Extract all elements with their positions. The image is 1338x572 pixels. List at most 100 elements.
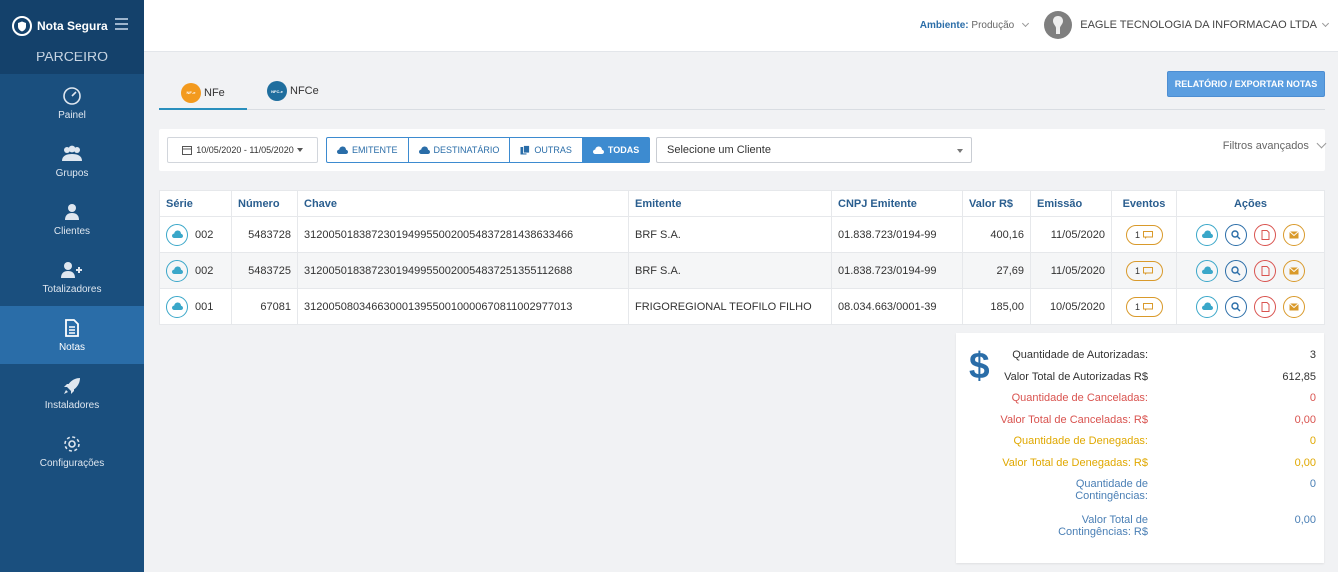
col-header[interactable]: Emitente: [628, 190, 832, 217]
cloud-download-icon[interactable]: [166, 259, 188, 282]
environment-label: Ambiente:: [919, 20, 969, 31]
document-icon: [64, 317, 80, 339]
events-count: 1: [1134, 265, 1140, 276]
summary-row-val-contingencias: Valor Total de Contingências: R$ 0,00: [996, 514, 1316, 538]
cloud-download-icon[interactable]: [166, 223, 188, 246]
filter-bar: 10/05/2020 - 11/05/2020 EMITENTE DESTINA…: [159, 129, 1327, 171]
comment-icon: [1143, 302, 1153, 311]
menu-toggle-icon[interactable]: [115, 18, 128, 33]
segment-label: TODAS: [607, 145, 640, 155]
sidebar-item-label: Clientes: [53, 226, 91, 237]
col-header[interactable]: Série: [159, 190, 232, 217]
cell-emitente: BRF S.A.: [628, 216, 832, 253]
email-icon[interactable]: [1283, 259, 1305, 282]
cell-numero: 67081: [231, 288, 298, 325]
environment-selector[interactable]: Ambiente: Produção: [919, 19, 1030, 31]
cell-emitente: BRF S.A.: [628, 252, 832, 289]
notes-table: Série Número Chave Emitente CNPJ Emitent…: [159, 190, 1325, 325]
cell-emissao: 11/05/2020: [1030, 252, 1112, 289]
cell-emissao: 11/05/2020: [1030, 216, 1112, 253]
report-export-button[interactable]: RELATÓRIO / EXPORTAR NOTAS: [1167, 71, 1325, 97]
summary-value: 612,85: [1282, 371, 1316, 383]
segment-destinatario[interactable]: DESTINATÁRIO: [407, 137, 511, 163]
client-select-placeholder: Selecione um Cliente: [667, 144, 771, 156]
col-header[interactable]: CNPJ Emitente: [831, 190, 963, 217]
col-header[interactable]: Valor R$: [962, 190, 1031, 217]
sidebar-item-painel[interactable]: Painel: [0, 74, 144, 132]
search-icon[interactable]: [1225, 223, 1247, 246]
summary-row-val-denegadas: Valor Total de Denegadas: R$ 0,00: [996, 457, 1316, 469]
cell-acoes: [1176, 288, 1325, 325]
cell-serie: 002: [159, 216, 232, 253]
chevron-down-icon: [1021, 19, 1030, 28]
summary-row-qtd-denegadas: Quantidade de Denegadas: 0: [996, 435, 1316, 447]
col-header[interactable]: Chave: [297, 190, 629, 217]
tab-label: NFe: [204, 86, 225, 99]
summary-label: Quantidade de Contingências:: [1075, 478, 1148, 502]
cell-eventos: 1: [1111, 288, 1177, 325]
search-icon[interactable]: [1225, 295, 1247, 318]
pdf-icon[interactable]: [1254, 223, 1276, 246]
table-row[interactable]: 002 5483725 312005018387230194995500200548…: [159, 252, 1325, 289]
chevron-down-icon: [1316, 138, 1327, 149]
serie-value: 001: [195, 300, 214, 313]
segment-todas[interactable]: TODAS: [581, 137, 651, 163]
summary-label: Quantidade de Denegadas:: [1013, 435, 1148, 447]
dollar-icon: $: [969, 345, 990, 386]
sidebar-item-configuracoes[interactable]: Configurações: [0, 422, 144, 480]
sidebar-item-instaladores[interactable]: Instaladores: [0, 364, 144, 422]
segment-emitente[interactable]: EMITENTE: [326, 137, 409, 163]
tab-nfe[interactable]: NF-e NFe: [159, 77, 247, 110]
table-row[interactable]: 001 67081 31200508034663000139550010000670…: [159, 288, 1325, 325]
summary-label: Valor Total de Canceladas: R$: [1000, 414, 1148, 426]
client-select[interactable]: Selecione um Cliente: [656, 137, 972, 163]
cell-eventos: 1: [1111, 252, 1177, 289]
date-range-button[interactable]: 10/05/2020 - 11/05/2020: [167, 137, 318, 163]
pdf-icon[interactable]: [1254, 259, 1276, 282]
cloud-download-icon: [418, 146, 430, 154]
download-xml-button[interactable]: [1196, 259, 1218, 282]
user-menu[interactable]: EAGLE TECNOLOGIA DA INFORMACAO LTDA: [1044, 11, 1330, 39]
events-button[interactable]: 1: [1125, 260, 1163, 281]
segment-outras[interactable]: OUTRAS: [509, 137, 583, 163]
sidebar: Nota Segura PARCEIRO Painel Grupos Clien…: [0, 0, 144, 572]
email-icon[interactable]: [1283, 295, 1305, 318]
summary-value: 0: [1309, 478, 1316, 490]
table-row[interactable]: 002 5483728 312005018387230194995500200548…: [159, 216, 1325, 253]
download-xml-button[interactable]: [1196, 223, 1218, 246]
sidebar-item-notas[interactable]: Notas: [0, 306, 144, 364]
cell-numero: 5483725: [231, 252, 298, 289]
events-count: 1: [1134, 301, 1140, 312]
col-header[interactable]: Emissão: [1030, 190, 1112, 217]
sidebar-item-grupos[interactable]: Grupos: [0, 132, 144, 190]
cell-acoes: [1176, 216, 1325, 253]
search-icon[interactable]: [1225, 259, 1247, 282]
summary-label: Quantidade de Canceladas:: [1011, 392, 1148, 404]
cell-chave: 3120050803466300013955001000067081100297…: [297, 288, 629, 325]
events-button[interactable]: 1: [1125, 224, 1163, 245]
environment-value: Produção: [971, 20, 1015, 31]
sidebar-item-totalizadores[interactable]: Totalizadores: [0, 248, 144, 306]
date-range-text: 10/05/2020 - 11/05/2020: [196, 145, 294, 155]
email-icon[interactable]: [1283, 223, 1305, 246]
events-button[interactable]: 1: [1125, 296, 1163, 317]
user-icon: [64, 201, 80, 223]
segment-label: EMITENTE: [352, 145, 398, 155]
sidebar-item-label: Totalizadores: [42, 284, 102, 295]
tab-nfce[interactable]: NFC-e NFCe: [245, 77, 341, 105]
summary-value: 0,00: [1294, 414, 1316, 426]
cloud-download-icon[interactable]: [166, 295, 188, 318]
user-plus-icon: [61, 259, 83, 281]
sidebar-item-clientes[interactable]: Clientes: [0, 190, 144, 248]
tabs: NF-e NFe NFC-e NFCe: [159, 72, 1325, 110]
col-header[interactable]: Número: [231, 190, 298, 217]
advanced-filters-toggle[interactable]: Filtros avançados: [1223, 138, 1327, 152]
caret-down-icon: [296, 148, 303, 152]
rocket-icon: [63, 375, 81, 397]
download-xml-button[interactable]: [1196, 295, 1218, 318]
col-header[interactable]: Eventos: [1111, 190, 1177, 217]
pdf-icon[interactable]: [1254, 295, 1276, 318]
sidebar-item-label: Instaladores: [44, 400, 100, 411]
dashboard-icon: [62, 85, 82, 107]
cell-acoes: [1176, 252, 1325, 289]
